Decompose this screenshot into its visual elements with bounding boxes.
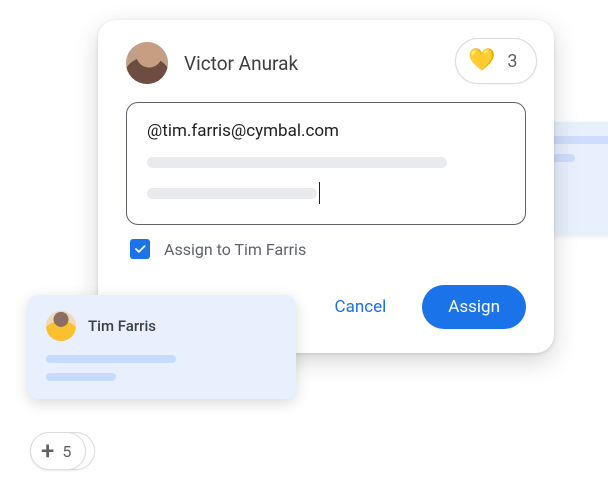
check-icon <box>133 242 147 256</box>
reaction-heart[interactable]: 💛 3 <box>455 38 537 84</box>
placeholder-line <box>46 355 176 363</box>
assign-button[interactable]: Assign <box>422 285 526 329</box>
assignee-name: Tim Farris <box>88 317 156 335</box>
reaction-add[interactable]: + 5 <box>30 432 86 470</box>
assign-label: Assign to Tim Farris <box>164 240 306 259</box>
placeholder-line <box>147 157 447 168</box>
text-caret <box>319 182 320 204</box>
reaction-count: 5 <box>62 442 71 461</box>
comment-input[interactable]: @tim.farris@cymbal.com <box>126 102 526 225</box>
assign-checkbox[interactable] <box>130 239 150 259</box>
input-line-2 <box>147 182 505 204</box>
commenter-name: Victor Anurak <box>184 52 298 75</box>
plus-icon: + <box>41 439 54 463</box>
placeholder-line <box>46 373 116 381</box>
commenter-avatar <box>126 42 168 84</box>
assignee-header: Tim Farris <box>46 311 278 341</box>
placeholder-line <box>147 188 317 199</box>
assignee-avatar <box>46 311 76 341</box>
heart-icon: 💛 <box>468 50 495 72</box>
assign-row: Assign to Tim Farris <box>126 239 526 259</box>
assignee-card[interactable]: Tim Farris <box>28 295 296 399</box>
stage: Victor Anurak @tim.farris@cymbal.com Ass… <box>0 0 608 500</box>
mention-text: @tim.farris@cymbal.com <box>147 121 505 141</box>
reaction-count: 3 <box>507 51 517 72</box>
cancel-button[interactable]: Cancel <box>309 285 413 329</box>
